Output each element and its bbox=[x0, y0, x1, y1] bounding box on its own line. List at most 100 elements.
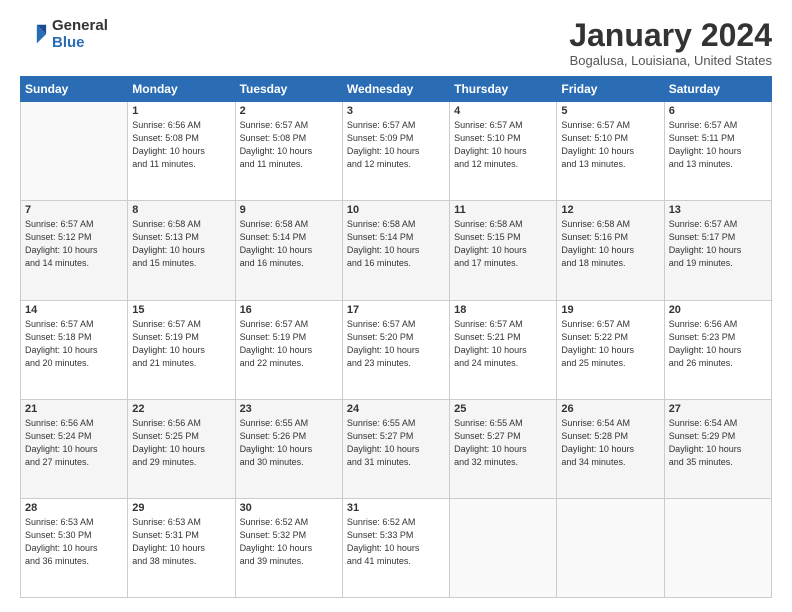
calendar-day-cell-25: 25Sunrise: 6:55 AM Sunset: 5:27 PM Dayli… bbox=[450, 399, 557, 498]
weekday-header-row: SundayMondayTuesdayWednesdayThursdayFrid… bbox=[21, 77, 772, 102]
calendar-day-cell-15: 15Sunrise: 6:57 AM Sunset: 5:19 PM Dayli… bbox=[128, 300, 235, 399]
day-number: 4 bbox=[454, 105, 552, 117]
cell-info: Sunrise: 6:57 AM Sunset: 5:21 PM Dayligh… bbox=[454, 318, 552, 370]
calendar-day-cell-2: 2 Sunrise: 6:57 AM Sunset: 5:08 PM Daylig… bbox=[235, 102, 342, 201]
day-number: 23 bbox=[240, 403, 338, 415]
day-number: 29 bbox=[132, 502, 230, 514]
calendar-day-cell-6: 6 Sunrise: 6:57 AM Sunset: 5:11 PM Daylig… bbox=[664, 102, 771, 201]
calendar-day-cell-18: 18Sunrise: 6:57 AM Sunset: 5:21 PM Dayli… bbox=[450, 300, 557, 399]
day-number: 31 bbox=[347, 502, 445, 514]
day-number: 14 bbox=[25, 304, 123, 316]
weekday-header-wednesday: Wednesday bbox=[342, 77, 449, 102]
calendar-week-row: 21 Sunrise: 6:56 AM Sunset: 5:24 PM Dayli… bbox=[21, 399, 772, 498]
day-number: 13 bbox=[669, 204, 767, 216]
cell-info: Sunrise: 6:58 AM Sunset: 5:15 PM Dayligh… bbox=[454, 218, 552, 270]
day-number: 10 bbox=[347, 204, 445, 216]
calendar-day-cell-20: 20 Sunrise: 6:56 AM Sunset: 5:23 PM Dayli… bbox=[664, 300, 771, 399]
cell-info: Sunrise: 6:57 AM Sunset: 5:18 PM Dayligh… bbox=[25, 318, 123, 370]
cell-info: Sunrise: 6:52 AM Sunset: 5:32 PM Dayligh… bbox=[240, 516, 338, 568]
weekday-header-friday: Friday bbox=[557, 77, 664, 102]
cell-info: Sunrise: 6:55 AM Sunset: 5:27 PM Dayligh… bbox=[347, 417, 445, 469]
cell-info: Sunrise: 6:57 AM Sunset: 5:10 PM Dayligh… bbox=[561, 119, 659, 171]
calendar-day-cell-7: 7 Sunrise: 6:57 AM Sunset: 5:12 PM Daylig… bbox=[21, 201, 128, 300]
day-number: 7 bbox=[25, 204, 123, 216]
day-number: 20 bbox=[669, 304, 767, 316]
cell-info: Sunrise: 6:55 AM Sunset: 5:27 PM Dayligh… bbox=[454, 417, 552, 469]
cell-info: Sunrise: 6:53 AM Sunset: 5:30 PM Dayligh… bbox=[25, 516, 123, 568]
cell-info: Sunrise: 6:57 AM Sunset: 5:22 PM Dayligh… bbox=[561, 318, 659, 370]
weekday-header-saturday: Saturday bbox=[664, 77, 771, 102]
logo-blue: Blue bbox=[52, 35, 108, 52]
calendar-day-cell-29: 29 Sunrise: 6:53 AM Sunset: 5:31 PM Dayli… bbox=[128, 498, 235, 597]
calendar-week-row: 1Sunrise: 6:56 AM Sunset: 5:08 PM Daylig… bbox=[21, 102, 772, 201]
cell-info: Sunrise: 6:58 AM Sunset: 5:16 PM Dayligh… bbox=[561, 218, 659, 270]
calendar-day-cell-4: 4 Sunrise: 6:57 AM Sunset: 5:10 PM Daylig… bbox=[450, 102, 557, 201]
calendar-day-cell-5: 5 Sunrise: 6:57 AM Sunset: 5:10 PM Daylig… bbox=[557, 102, 664, 201]
day-number: 22 bbox=[132, 403, 230, 415]
cell-info: Sunrise: 6:57 AM Sunset: 5:20 PM Dayligh… bbox=[347, 318, 445, 370]
day-number: 11 bbox=[454, 204, 552, 216]
calendar-day-cell-21: 21 Sunrise: 6:56 AM Sunset: 5:24 PM Dayli… bbox=[21, 399, 128, 498]
cell-info: Sunrise: 6:58 AM Sunset: 5:14 PM Dayligh… bbox=[240, 218, 338, 270]
cell-info: Sunrise: 6:56 AM Sunset: 5:08 PM Dayligh… bbox=[132, 119, 230, 171]
month-title: January 2024 bbox=[569, 18, 772, 53]
calendar-week-row: 7 Sunrise: 6:57 AM Sunset: 5:12 PM Daylig… bbox=[21, 201, 772, 300]
day-number: 3 bbox=[347, 105, 445, 117]
calendar-empty-cell bbox=[557, 498, 664, 597]
cell-info: Sunrise: 6:58 AM Sunset: 5:13 PM Dayligh… bbox=[132, 218, 230, 270]
calendar-day-cell-10: 10Sunrise: 6:58 AM Sunset: 5:14 PM Dayli… bbox=[342, 201, 449, 300]
location: Bogalusa, Louisiana, United States bbox=[569, 53, 772, 68]
calendar-week-row: 28Sunrise: 6:53 AM Sunset: 5:30 PM Dayli… bbox=[21, 498, 772, 597]
calendar-day-cell-19: 19 Sunrise: 6:57 AM Sunset: 5:22 PM Dayli… bbox=[557, 300, 664, 399]
weekday-header-tuesday: Tuesday bbox=[235, 77, 342, 102]
calendar-day-cell-23: 23 Sunrise: 6:55 AM Sunset: 5:26 PM Dayli… bbox=[235, 399, 342, 498]
cell-info: Sunrise: 6:57 AM Sunset: 5:08 PM Dayligh… bbox=[240, 119, 338, 171]
calendar-day-cell-13: 13 Sunrise: 6:57 AM Sunset: 5:17 PM Dayli… bbox=[664, 201, 771, 300]
day-number: 21 bbox=[25, 403, 123, 415]
title-area: January 2024 Bogalusa, Louisiana, United… bbox=[569, 18, 772, 68]
calendar-day-cell-28: 28Sunrise: 6:53 AM Sunset: 5:30 PM Dayli… bbox=[21, 498, 128, 597]
day-number: 5 bbox=[561, 105, 659, 117]
calendar-day-cell-27: 27Sunrise: 6:54 AM Sunset: 5:29 PM Dayli… bbox=[664, 399, 771, 498]
day-number: 8 bbox=[132, 204, 230, 216]
day-number: 12 bbox=[561, 204, 659, 216]
calendar-day-cell-14: 14 Sunrise: 6:57 AM Sunset: 5:18 PM Dayli… bbox=[21, 300, 128, 399]
logo: General Blue bbox=[20, 18, 108, 51]
cell-info: Sunrise: 6:56 AM Sunset: 5:25 PM Dayligh… bbox=[132, 417, 230, 469]
day-number: 19 bbox=[561, 304, 659, 316]
cell-info: Sunrise: 6:56 AM Sunset: 5:24 PM Dayligh… bbox=[25, 417, 123, 469]
calendar-empty-cell bbox=[664, 498, 771, 597]
cell-info: Sunrise: 6:57 AM Sunset: 5:11 PM Dayligh… bbox=[669, 119, 767, 171]
calendar-empty-cell bbox=[450, 498, 557, 597]
header: General Blue January 2024 Bogalusa, Loui… bbox=[20, 18, 772, 68]
day-number: 24 bbox=[347, 403, 445, 415]
cell-info: Sunrise: 6:57 AM Sunset: 5:17 PM Dayligh… bbox=[669, 218, 767, 270]
logo-text: General Blue bbox=[52, 18, 108, 51]
calendar-day-cell-1: 1Sunrise: 6:56 AM Sunset: 5:08 PM Daylig… bbox=[128, 102, 235, 201]
cell-info: Sunrise: 6:57 AM Sunset: 5:10 PM Dayligh… bbox=[454, 119, 552, 171]
day-number: 26 bbox=[561, 403, 659, 415]
page: General Blue January 2024 Bogalusa, Loui… bbox=[0, 0, 792, 612]
calendar-day-cell-11: 11 Sunrise: 6:58 AM Sunset: 5:15 PM Dayli… bbox=[450, 201, 557, 300]
calendar-day-cell-16: 16Sunrise: 6:57 AM Sunset: 5:19 PM Dayli… bbox=[235, 300, 342, 399]
day-number: 9 bbox=[240, 204, 338, 216]
day-number: 6 bbox=[669, 105, 767, 117]
cell-info: Sunrise: 6:57 AM Sunset: 5:19 PM Dayligh… bbox=[240, 318, 338, 370]
calendar-day-cell-24: 24 Sunrise: 6:55 AM Sunset: 5:27 PM Dayli… bbox=[342, 399, 449, 498]
logo-icon bbox=[20, 21, 48, 49]
calendar-day-cell-12: 12 Sunrise: 6:58 AM Sunset: 5:16 PM Dayli… bbox=[557, 201, 664, 300]
cell-info: Sunrise: 6:53 AM Sunset: 5:31 PM Dayligh… bbox=[132, 516, 230, 568]
calendar-table: SundayMondayTuesdayWednesdayThursdayFrid… bbox=[20, 76, 772, 598]
cell-info: Sunrise: 6:55 AM Sunset: 5:26 PM Dayligh… bbox=[240, 417, 338, 469]
cell-info: Sunrise: 6:52 AM Sunset: 5:33 PM Dayligh… bbox=[347, 516, 445, 568]
cell-info: Sunrise: 6:54 AM Sunset: 5:28 PM Dayligh… bbox=[561, 417, 659, 469]
day-number: 2 bbox=[240, 105, 338, 117]
calendar-day-cell-26: 26 Sunrise: 6:54 AM Sunset: 5:28 PM Dayli… bbox=[557, 399, 664, 498]
cell-info: Sunrise: 6:57 AM Sunset: 5:12 PM Dayligh… bbox=[25, 218, 123, 270]
calendar-day-cell-22: 22 Sunrise: 6:56 AM Sunset: 5:25 PM Dayli… bbox=[128, 399, 235, 498]
day-number: 17 bbox=[347, 304, 445, 316]
calendar-empty-cell bbox=[21, 102, 128, 201]
day-number: 27 bbox=[669, 403, 767, 415]
cell-info: Sunrise: 6:56 AM Sunset: 5:23 PM Dayligh… bbox=[669, 318, 767, 370]
logo-general: General bbox=[52, 18, 108, 35]
